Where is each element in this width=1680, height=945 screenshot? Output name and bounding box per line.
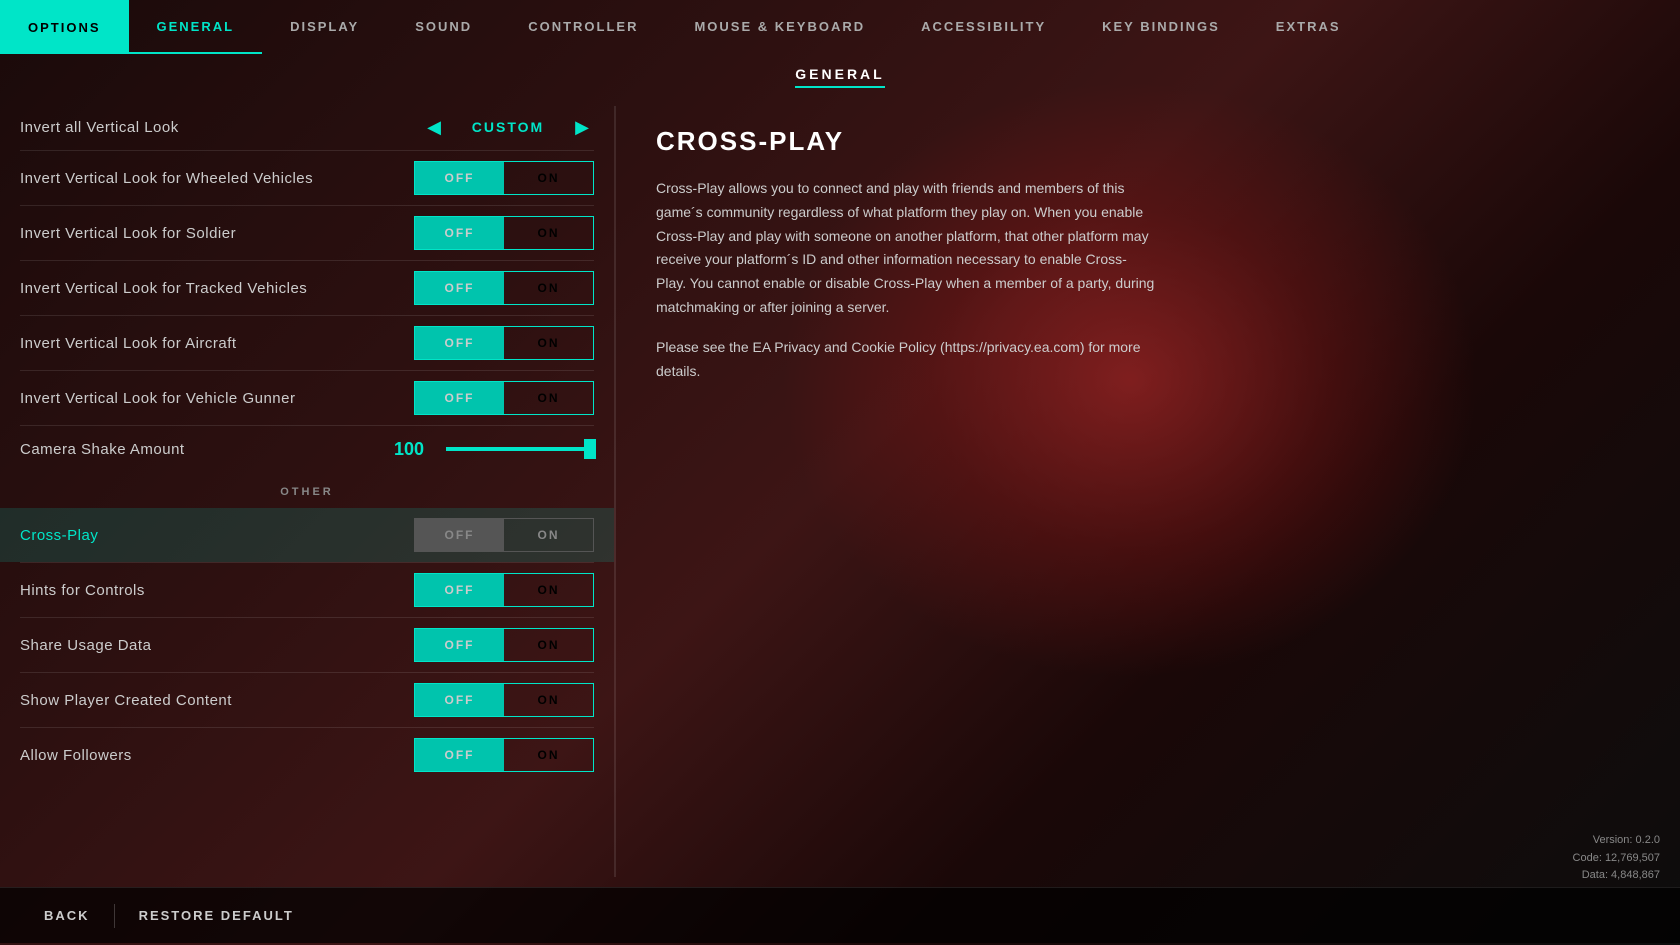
nav-tab-mouse-keyboard[interactable]: MOUSE & KEYBOARD xyxy=(666,0,893,54)
toggle-on-label: ON xyxy=(504,629,593,661)
setting-hints-controls: Hints for Controls OFF ON xyxy=(0,563,614,617)
slider-container: 100 xyxy=(394,439,594,460)
version-text: Version: 0.2.0 xyxy=(1573,832,1660,850)
toggle-off-label: OFF xyxy=(415,574,504,606)
toggle-aircraft[interactable]: OFF ON xyxy=(414,326,594,360)
nav-tab-general[interactable]: GENERAL xyxy=(129,0,263,54)
other-section-label: OTHER xyxy=(280,486,334,498)
nav-tab-accessibility[interactable]: ACCESSIBILITY xyxy=(893,0,1074,54)
other-section-divider: OTHER xyxy=(0,472,614,508)
toggle-off-label: OFF xyxy=(415,272,504,304)
setting-label-gunner: Invert Vertical Look for Vehicle Gunner xyxy=(20,390,295,407)
detail-title: CROSS-PLAY xyxy=(656,126,1640,157)
toggle-on-label: ON xyxy=(504,519,593,551)
toggle-off-label: OFF xyxy=(415,327,504,359)
nav-tab-sound[interactable]: SOUND xyxy=(387,0,500,54)
setting-label-tracked: Invert Vertical Look for Tracked Vehicle… xyxy=(20,280,307,297)
arrow-left-btn[interactable]: ◀ xyxy=(422,115,446,139)
setting-share-usage: Share Usage Data OFF ON xyxy=(0,618,614,672)
bottom-bar: BACK RESTORE DEFAULT xyxy=(0,887,1680,943)
toggle-wheeled[interactable]: OFF ON xyxy=(414,161,594,195)
nav-tab-extras[interactable]: EXTRAS xyxy=(1248,0,1369,54)
setting-label-invert-all: Invert all Vertical Look xyxy=(20,119,179,136)
data-text: Data: 4,848,867 xyxy=(1573,867,1660,885)
setting-invert-wheeled: Invert Vertical Look for Wheeled Vehicle… xyxy=(0,151,614,205)
arrow-right-btn[interactable]: ▶ xyxy=(570,115,594,139)
nav-tab-display[interactable]: DISPLAY xyxy=(262,0,387,54)
setting-invert-soldier: Invert Vertical Look for Soldier OFF ON xyxy=(0,206,614,260)
toggle-on-label: ON xyxy=(504,382,593,414)
toggle-off-label: OFF xyxy=(415,739,504,771)
setting-invert-gunner: Invert Vertical Look for Vehicle Gunner … xyxy=(0,371,614,425)
detail-paragraph-1: Cross-Play allows you to connect and pla… xyxy=(656,177,1156,320)
toggle-cross-play[interactable]: OFF ON xyxy=(414,518,594,552)
setting-label-hints: Hints for Controls xyxy=(20,582,145,599)
setting-allow-followers: Allow Followers OFF ON xyxy=(0,728,614,782)
toggle-on-label: ON xyxy=(504,217,593,249)
setting-invert-tracked: Invert Vertical Look for Tracked Vehicle… xyxy=(0,261,614,315)
code-text: Code: 12,769,507 xyxy=(1573,850,1660,868)
back-button[interactable]: BACK xyxy=(20,888,114,943)
setting-label-player-content: Show Player Created Content xyxy=(20,692,232,709)
setting-player-content: Show Player Created Content OFF ON xyxy=(0,673,614,727)
setting-label-cross-play: Cross-Play xyxy=(20,527,98,544)
toggle-off-label: OFF xyxy=(415,217,504,249)
setting-invert-all-vertical: Invert all Vertical Look ◀ CUSTOM ▶ xyxy=(0,104,614,150)
toggle-off-label: OFF xyxy=(415,519,504,551)
toggle-gunner[interactable]: OFF ON xyxy=(414,381,594,415)
version-info: Version: 0.2.0 Code: 12,769,507 Data: 4,… xyxy=(1573,832,1660,885)
toggle-on-label: ON xyxy=(504,684,593,716)
toggle-hints[interactable]: OFF ON xyxy=(414,573,594,607)
setting-label-wheeled: Invert Vertical Look for Wheeled Vehicle… xyxy=(20,170,313,187)
detail-text: Cross-Play allows you to connect and pla… xyxy=(656,177,1156,383)
setting-camera-shake: Camera Shake Amount 100 xyxy=(0,426,614,472)
toggle-off-label: OFF xyxy=(415,382,504,414)
toggle-off-label: OFF xyxy=(415,684,504,716)
main-content: Invert all Vertical Look ◀ CUSTOM ▶ Inve… xyxy=(0,96,1680,887)
toggle-soldier[interactable]: OFF ON xyxy=(414,216,594,250)
section-title-bar: GENERAL xyxy=(0,54,1680,96)
toggle-off-label: OFF xyxy=(415,629,504,661)
setting-label-soldier: Invert Vertical Look for Soldier xyxy=(20,225,236,242)
nav-tab-key-bindings[interactable]: KEY BINDINGS xyxy=(1074,0,1248,54)
setting-label-aircraft: Invert Vertical Look for Aircraft xyxy=(20,335,237,352)
slider-value: 100 xyxy=(394,439,434,460)
nav-tab-options[interactable]: OPTIONS xyxy=(0,0,129,54)
restore-default-button[interactable]: RESTORE DEFAULT xyxy=(115,888,318,943)
toggle-on-label: ON xyxy=(504,327,593,359)
setting-label-share: Share Usage Data xyxy=(20,637,151,654)
toggle-player-content[interactable]: OFF ON xyxy=(414,683,594,717)
setting-invert-aircraft: Invert Vertical Look for Aircraft OFF ON xyxy=(0,316,614,370)
camera-shake-slider[interactable] xyxy=(446,447,594,451)
toggle-on-label: ON xyxy=(504,272,593,304)
left-panel: Invert all Vertical Look ◀ CUSTOM ▶ Inve… xyxy=(0,96,614,887)
detail-paragraph-2: Please see the EA Privacy and Cookie Pol… xyxy=(656,336,1156,384)
toggle-off-label: OFF xyxy=(415,162,504,194)
section-title: GENERAL xyxy=(795,66,884,88)
custom-selector: ◀ CUSTOM ▶ xyxy=(422,115,594,139)
top-nav: OPTIONS GENERAL DISPLAY SOUND CONTROLLER… xyxy=(0,0,1680,54)
nav-tab-controller[interactable]: CONTROLLER xyxy=(500,0,666,54)
toggle-tracked[interactable]: OFF ON xyxy=(414,271,594,305)
toggle-on-label: ON xyxy=(504,574,593,606)
toggle-followers[interactable]: OFF ON xyxy=(414,738,594,772)
toggle-on-label: ON xyxy=(504,739,593,771)
toggle-share[interactable]: OFF ON xyxy=(414,628,594,662)
setting-label-followers: Allow Followers xyxy=(20,747,132,764)
right-panel: CROSS-PLAY Cross-Play allows you to conn… xyxy=(616,96,1680,887)
custom-value: CUSTOM xyxy=(458,119,558,135)
toggle-on-label: ON xyxy=(504,162,593,194)
setting-cross-play[interactable]: Cross-Play OFF ON xyxy=(0,508,614,562)
setting-label-camera-shake: Camera Shake Amount xyxy=(20,441,185,458)
